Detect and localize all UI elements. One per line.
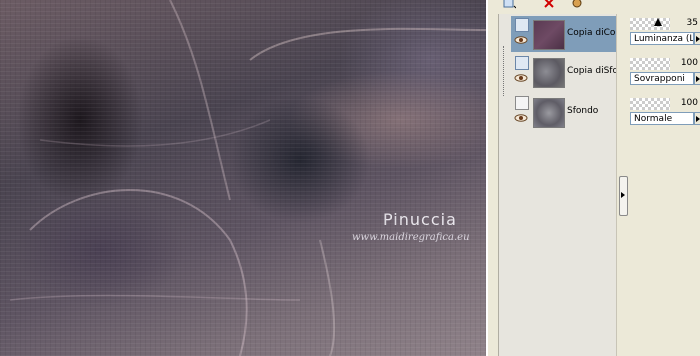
image-canvas[interactable]: Pinuccia www.maidiregrafica.eu	[0, 0, 488, 356]
watermark-title: Pinuccia	[383, 210, 457, 229]
opacity-slider[interactable]	[630, 58, 670, 70]
opacity-value[interactable]: 100	[681, 98, 698, 108]
layer-thumbnail	[533, 58, 565, 88]
opacity-slider[interactable]	[630, 98, 670, 110]
layer-name: Copia diCop	[567, 28, 617, 38]
layer-thumbnail	[533, 20, 565, 50]
new-layer-icon[interactable]	[502, 0, 516, 10]
collapse-panel-button[interactable]	[619, 176, 628, 216]
delete-layer-icon[interactable]	[542, 0, 556, 10]
layer-name: Sfondo	[567, 106, 599, 116]
paint-icon[interactable]	[570, 0, 584, 10]
eye-icon[interactable]	[514, 74, 528, 82]
vector-layer-icon	[515, 56, 529, 70]
panel-gap	[488, 0, 498, 356]
eye-icon[interactable]	[514, 114, 528, 122]
canvas-image: Pinuccia www.maidiregrafica.eu	[0, 0, 488, 356]
layer-name: Copia diSfon	[567, 66, 617, 76]
opacity-slider[interactable]	[630, 18, 670, 30]
blend-mode-dropdown-arrow[interactable]	[694, 112, 700, 125]
blend-mode-select[interactable]: Normale	[630, 112, 694, 125]
opacity-slider-thumb[interactable]	[654, 18, 662, 26]
layers-toolbar	[498, 0, 628, 14]
layer-row-copia-disfon[interactable]: Copia diSfon	[511, 54, 617, 90]
layer-thumbnail	[533, 98, 565, 128]
canvas-curves	[9, 0, 487, 356]
blend-mode-dropdown-arrow[interactable]	[694, 32, 700, 45]
blend-mode-dropdown-arrow[interactable]	[694, 72, 700, 85]
eye-icon[interactable]	[514, 36, 528, 44]
blend-mode-select[interactable]: Sovrapponi	[630, 72, 694, 85]
watermark-url: www.maidiregrafica.eu	[352, 232, 470, 243]
vector-layer-icon	[515, 18, 529, 32]
opacity-value[interactable]: 35	[687, 18, 698, 28]
opacity-value[interactable]: 100	[681, 58, 698, 68]
group-line	[503, 46, 505, 96]
raster-layer-icon	[515, 96, 529, 110]
layer-row-sfondo[interactable]: Sfondo	[511, 94, 617, 130]
blend-mode-select[interactable]: Luminanza (L)	[630, 32, 694, 45]
layer-properties: 35 Luminanza (L) 100 Sovrapponi 100 Norm…	[628, 14, 700, 356]
layers-list: Copia diCop Copia diSfon Sfondo	[498, 14, 617, 356]
layer-row-copia-dicop[interactable]: Copia diCop	[511, 16, 617, 52]
